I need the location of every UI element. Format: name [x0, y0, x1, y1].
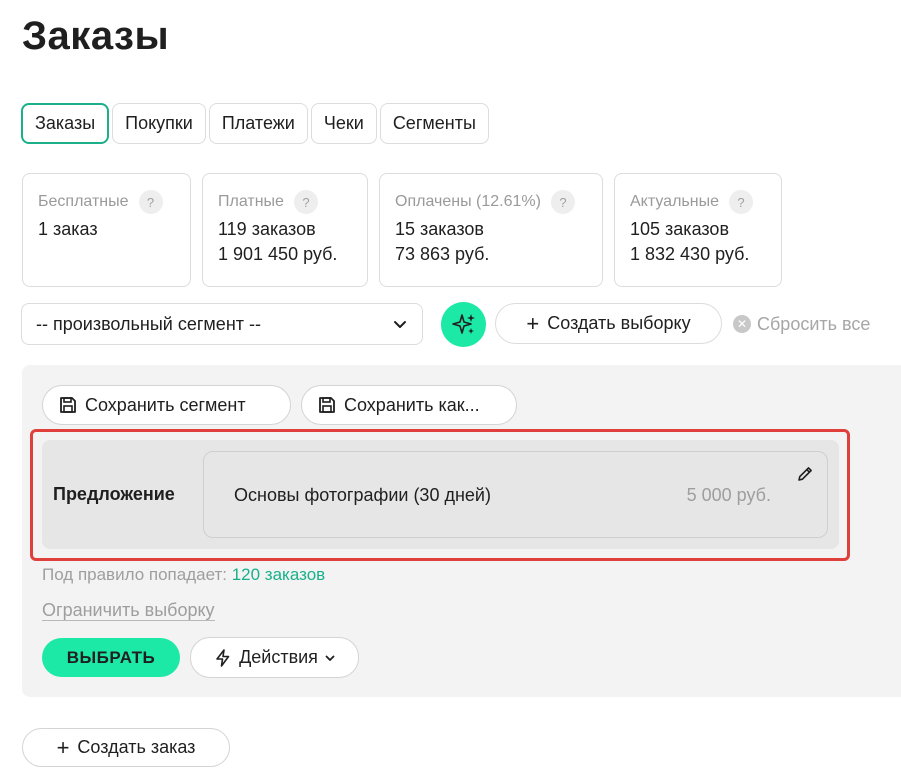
stat-count: 15 заказов [395, 219, 484, 239]
stat-card-paid-percent: Оплачены (12.61%) ? 15 заказов 73 863 ру… [379, 173, 603, 287]
page-title: Заказы [22, 14, 170, 58]
plus-icon: + [56, 734, 70, 760]
save-as-button[interactable]: Сохранить как... [301, 385, 517, 425]
save-segment-label: Сохранить сегмент [85, 394, 246, 415]
stat-title: Актуальные [630, 193, 719, 210]
stat-amount: 73 863 руб. [395, 244, 490, 264]
stat-amount: 1 901 450 руб. [218, 244, 338, 264]
rule-match-text: Под правило попадает: 120 заказов [42, 565, 325, 585]
segment-select[interactable]: -- произвольный сегмент -- [21, 303, 423, 345]
create-order-label: Создать заказ [77, 737, 196, 757]
segment-select-value: -- произвольный сегмент -- [36, 313, 261, 334]
tab-purchases[interactable]: Покупки [112, 103, 206, 144]
create-selection-button[interactable]: + Создать выборку [495, 303, 722, 344]
actions-dropdown-button[interactable]: Действия [190, 637, 359, 678]
save-icon [319, 397, 335, 413]
help-icon[interactable]: ? [138, 190, 163, 214]
chevron-down-icon [394, 321, 406, 328]
close-circle-icon: ✕ [733, 315, 751, 333]
tabs-bar: Заказы Покупки Платежи Чеки Сегменты [21, 103, 489, 144]
create-selection-label: Создать выборку [547, 313, 691, 333]
save-segment-button[interactable]: Сохранить сегмент [42, 385, 291, 425]
rule-count-link[interactable]: 120 заказов [232, 565, 326, 584]
stat-amount: 1 832 430 руб. [630, 244, 750, 264]
lightning-icon [216, 648, 230, 667]
filter-bar: -- произвольный сегмент -- + Создать выб… [21, 302, 901, 347]
limit-selection-link[interactable]: Ограничить выборку [42, 600, 215, 621]
stat-title: Оплачены (12.61%) [395, 193, 541, 210]
help-icon[interactable]: ? [550, 190, 575, 214]
chevron-down-icon [325, 655, 335, 661]
ai-sparkle-button[interactable] [441, 302, 486, 347]
save-as-label: Сохранить как... [344, 394, 480, 415]
stat-count: 105 заказов [630, 219, 729, 239]
stat-card-actual: Актуальные ? 105 заказов 1 832 430 руб. [614, 173, 782, 287]
highlight-frame [30, 429, 850, 561]
help-icon[interactable]: ? [293, 190, 318, 214]
select-button[interactable]: ВЫБРАТЬ [42, 638, 180, 677]
plus-icon: + [526, 310, 540, 336]
reset-all-label: Сбросить все [757, 313, 871, 334]
actions-label: Действия [239, 647, 318, 667]
tab-segments[interactable]: Сегменты [379, 103, 489, 144]
stat-title: Бесплатные [38, 193, 129, 210]
sparkle-icon [451, 313, 475, 334]
stat-count: 1 заказ [38, 219, 98, 239]
create-order-button[interactable]: + Создать заказ [22, 728, 230, 767]
stat-card-paid: Платные ? 119 заказов 1 901 450 руб. [202, 173, 368, 287]
stat-title: Платные [218, 193, 284, 210]
help-icon[interactable]: ? [728, 190, 753, 214]
stats-row: Бесплатные ? 1 заказ Платные ? 119 заказ… [22, 173, 782, 287]
rule-prefix: Под правило попадает: [42, 565, 227, 584]
save-icon [60, 397, 76, 413]
stat-card-free: Бесплатные ? 1 заказ [22, 173, 191, 287]
tab-receipts[interactable]: Чеки [310, 103, 377, 144]
tab-payments[interactable]: Платежи [208, 103, 308, 144]
reset-all-button[interactable]: ✕ Сбросить все [733, 303, 870, 345]
stat-count: 119 заказов [218, 219, 316, 239]
tab-orders[interactable]: Заказы [21, 103, 110, 144]
